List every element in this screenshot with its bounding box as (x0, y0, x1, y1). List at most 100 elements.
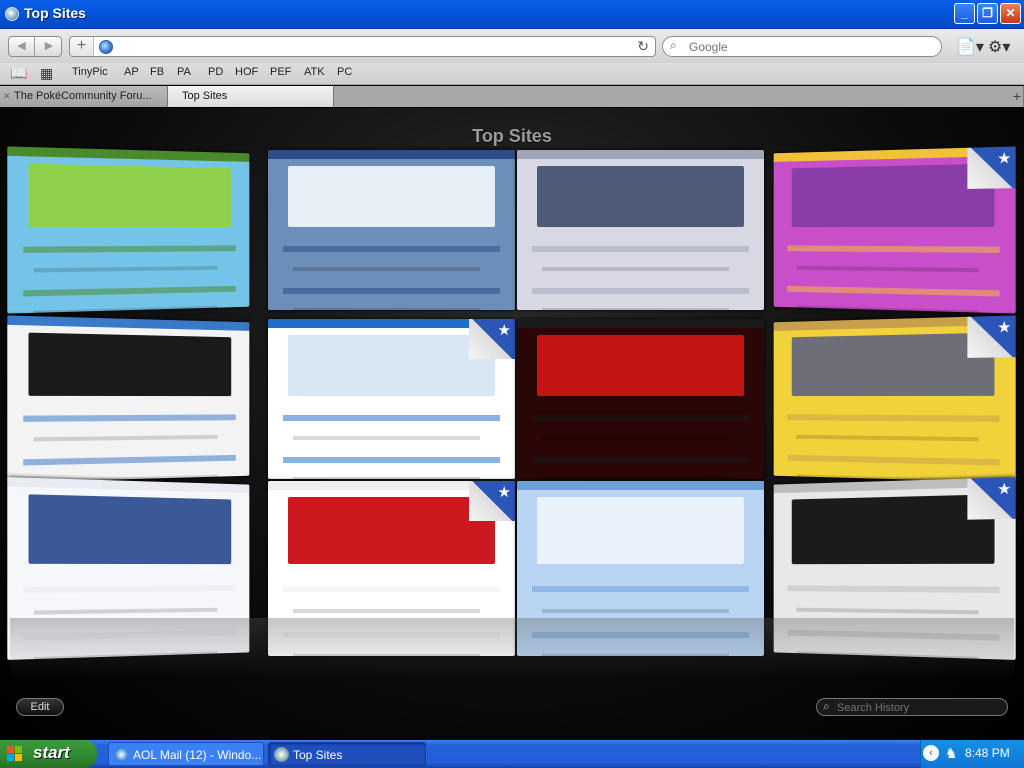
thumbnail-text-line (33, 608, 217, 615)
pin-star-icon[interactable]: ★ (967, 477, 1015, 520)
add-bookmark-button[interactable]: + (70, 37, 94, 56)
star-icon: ★ (997, 318, 1011, 337)
history-search-field[interactable]: ⌕ (816, 698, 1008, 716)
star-icon: ★ (997, 479, 1011, 498)
thumbnail-header (268, 150, 515, 159)
pin-star-icon[interactable]: ★ (469, 319, 515, 359)
thumbnail-text-line (283, 457, 500, 463)
thumbnail-text-line (33, 266, 217, 273)
bookmark-hof[interactable]: HOF (235, 66, 258, 78)
thumbnail-text-line (532, 457, 749, 463)
thumbnail-text-line (542, 308, 730, 310)
bookmark-pc[interactable]: PC (337, 66, 352, 78)
bookmark-pa[interactable]: PA (177, 66, 191, 78)
thumbnail-banner (288, 497, 495, 564)
restore-button[interactable]: ❐ (977, 3, 998, 24)
minimize-button[interactable]: _ (954, 3, 975, 24)
thumbnail-banner (792, 494, 995, 563)
book-icon[interactable]: 📖 (10, 65, 27, 82)
taskbar-item-top-sites[interactable]: Top Sites (268, 742, 426, 766)
thumbnail-text-line (532, 586, 749, 592)
search-field[interactable]: ⌕ (662, 36, 942, 57)
address-bar[interactable]: + ↻ (69, 36, 656, 57)
bookmark-fb[interactable]: FB (150, 66, 164, 78)
bookmark-pd[interactable]: PD (208, 66, 223, 78)
thumbnail-header (517, 150, 764, 159)
thumbnail-text-line (787, 245, 1000, 252)
thumbnail-text-line (23, 585, 236, 593)
bookmark-pef[interactable]: PEF (270, 66, 291, 78)
thumbnail-banner (288, 166, 495, 227)
thumbnail-text-line (293, 477, 481, 479)
address-input[interactable] (118, 39, 618, 54)
thumbnail-text-line (787, 455, 1000, 466)
thumbnail-text-line (532, 246, 749, 252)
taskbar: start AOL Mail (12) - Windo... Top Sites… (0, 740, 1024, 768)
tab-top-sites[interactable]: Top Sites (168, 86, 334, 107)
thumbnail-header (7, 477, 249, 493)
globe-icon (99, 40, 113, 54)
pin-star-icon[interactable]: ★ (967, 146, 1015, 188)
tab-pokecommunity[interactable]: ✕ The PokéCommunity Foru... (0, 86, 168, 107)
reflection (10, 618, 1014, 680)
thumbnail-header (7, 146, 249, 161)
grid-icon[interactable]: ▦ (40, 65, 53, 82)
thumbnail-banner (537, 497, 744, 564)
messenger-icon[interactable]: ♞ (945, 745, 958, 762)
thumbnail-text-line (787, 414, 1000, 421)
edit-button[interactable]: Edit (16, 698, 64, 716)
thumbnail-header (7, 315, 249, 330)
close-button[interactable]: ✕ (1000, 3, 1021, 24)
thumbnail-banner (537, 335, 744, 396)
pin-star-icon[interactable]: ★ (469, 481, 515, 521)
thumbnail-pokecommunity[interactable] (7, 146, 249, 313)
thumbnail-text-line (532, 415, 749, 421)
search-icon: ⌕ (823, 699, 830, 714)
ie-icon (114, 747, 129, 762)
thumbnail-text-line (787, 585, 1000, 593)
top-sites-page: Top Sites ★ ★ ★ ★ ★ Edit ⌕ (0, 108, 1024, 740)
bookmarks-bar: 📖 ▦ TinyPic AP FB PA PD HOF PEF ATK PC (0, 63, 1024, 85)
thumbnail-text-line (787, 286, 1000, 297)
search-input[interactable] (689, 39, 929, 54)
thumbnail-text-line (293, 609, 481, 613)
thumbnail-text-line (796, 435, 979, 442)
thumbnail-apocalypse-forums[interactable] (517, 150, 764, 310)
thumbnail-text-line (23, 286, 236, 297)
tray-expand-icon[interactable]: ‹ (923, 745, 939, 761)
new-tab-button[interactable]: + (1013, 86, 1021, 106)
star-icon: ★ (997, 149, 1011, 168)
settings-gear-icon[interactable]: ⚙▾ (988, 37, 1010, 57)
nav-buttons: ◀ ▶ (8, 36, 62, 57)
start-label: start (33, 743, 70, 763)
bookmark-tinypic[interactable]: TinyPic (72, 66, 108, 78)
start-button[interactable]: start (0, 740, 97, 768)
page-title: Top Sites (0, 126, 1024, 147)
thumbnail-banner (537, 166, 744, 227)
bookmark-atk[interactable]: ATK (304, 66, 325, 78)
close-tab-icon[interactable]: ✕ (3, 86, 11, 106)
history-search-input[interactable] (837, 701, 1002, 714)
taskbar-item-aol-mail[interactable]: AOL Mail (12) - Windo... (108, 742, 264, 766)
thumbnail-text-line (23, 414, 236, 421)
thumbnail-text-line (293, 436, 481, 440)
search-icon: ⌕ (670, 38, 677, 53)
thumbnail-dark-red-forum[interactable] (517, 319, 764, 479)
tab-bar: ✕ The PokéCommunity Foru... Top Sites + (0, 86, 1024, 107)
thumbnail-hof-forums[interactable] (268, 150, 515, 310)
star-icon: ★ (498, 483, 511, 501)
thumbnail-text-line (23, 455, 236, 466)
thumbnail-apple-forum[interactable] (7, 315, 249, 482)
reload-icon[interactable]: ↻ (637, 38, 649, 55)
thumbnail-photobucket-upload[interactable]: ★ (268, 319, 515, 479)
pin-star-icon[interactable]: ★ (967, 315, 1015, 357)
bookmark-ap[interactable]: AP (124, 66, 139, 78)
thumbnail-purple-forum[interactable]: ★ (774, 146, 1016, 313)
page-menu-icon[interactable]: 📄▾ (956, 37, 984, 57)
thumbnail-text-line (542, 436, 730, 440)
tab-label: Top Sites (182, 90, 227, 102)
toolbar: ◀ ▶ + ↻ ⌕ 📄▾ ⚙▾ (0, 29, 1024, 63)
back-button[interactable]: ◀ (9, 37, 35, 56)
forward-button[interactable]: ▶ (36, 37, 62, 56)
thumbnail-pokemon-epiphany[interactable]: ★ (774, 315, 1016, 482)
